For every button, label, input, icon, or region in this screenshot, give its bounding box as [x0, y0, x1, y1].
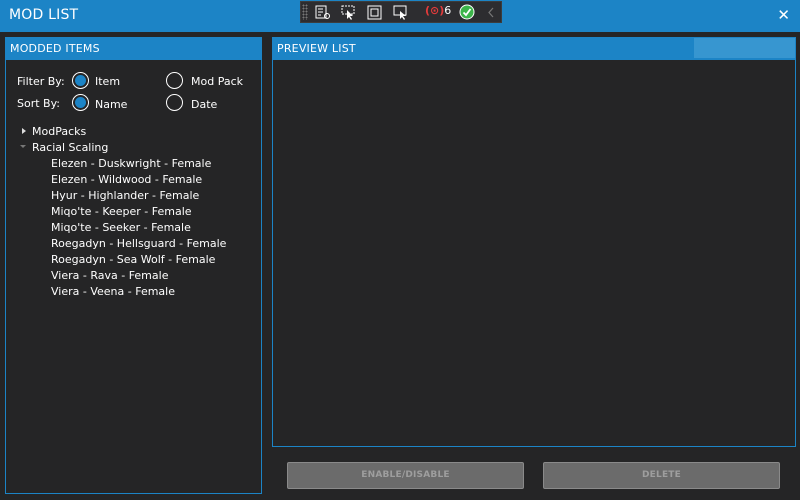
- collapse-chevron-icon[interactable]: [487, 5, 503, 20]
- expand-chevron-icon[interactable]: [22, 128, 26, 134]
- sort-date-radio[interactable]: [166, 94, 183, 111]
- window-title: MOD LIST: [9, 7, 79, 23]
- filter-modpack-label[interactable]: Mod Pack: [191, 75, 243, 88]
- debug-toolbar: (⊙)6: [300, 1, 502, 23]
- tree-item[interactable]: Roegadyn - Sea Wolf - Female: [51, 253, 215, 266]
- sort-date-label[interactable]: Date: [191, 98, 217, 111]
- binding-error-icon: (⊙): [425, 4, 445, 17]
- check-icon[interactable]: [459, 4, 475, 20]
- filter-item-radio[interactable]: [72, 72, 89, 89]
- tree-node-modpacks[interactable]: ModPacks: [32, 125, 86, 138]
- sort-by-label: Sort By:: [17, 97, 61, 110]
- tree-item[interactable]: Elezen - Wildwood - Female: [51, 173, 202, 186]
- preview-header-box: [694, 38, 795, 58]
- tree-item[interactable]: Viera - Veena - Female: [51, 285, 175, 298]
- preview-list-body[interactable]: [273, 62, 795, 446]
- sort-name-radio[interactable]: [72, 94, 89, 111]
- track-focus-icon[interactable]: [393, 5, 409, 20]
- grip-icon[interactable]: [302, 4, 308, 20]
- delete-button[interactable]: DELETE: [543, 462, 780, 489]
- preview-list-header: PREVIEW LIST: [273, 38, 795, 60]
- tree-item[interactable]: Miqo'te - Keeper - Female: [51, 205, 192, 218]
- filter-by-label: Filter By:: [17, 75, 65, 88]
- enable-disable-button[interactable]: ENABLE/DISABLE: [287, 462, 524, 489]
- tree-node-racial-scaling[interactable]: Racial Scaling: [32, 141, 108, 154]
- modded-items-panel: MODDED ITEMS Filter By: Item Mod Pack So…: [5, 37, 262, 494]
- binding-error-counter[interactable]: (⊙)6: [425, 4, 451, 17]
- preview-list-title: PREVIEW LIST: [277, 42, 356, 55]
- adorner-icon[interactable]: [367, 5, 383, 20]
- select-element-icon[interactable]: [315, 5, 331, 20]
- preview-list-panel: PREVIEW LIST: [272, 37, 796, 447]
- pointer-icon[interactable]: [341, 5, 357, 20]
- modded-items-header: MODDED ITEMS: [6, 38, 261, 60]
- filter-item-label[interactable]: Item: [95, 75, 120, 88]
- tree-item[interactable]: Miqo'te - Seeker - Female: [51, 221, 191, 234]
- tree-item[interactable]: Hyur - Highlander - Female: [51, 189, 199, 202]
- collapse-chevron-icon[interactable]: [20, 145, 26, 148]
- filter-modpack-radio[interactable]: [166, 72, 183, 89]
- title-bar[interactable]: MOD LIST ✕ (⊙)6: [0, 0, 800, 32]
- tree-item[interactable]: Viera - Rava - Female: [51, 269, 168, 282]
- tree-item[interactable]: Elezen - Duskwright - Female: [51, 157, 211, 170]
- sort-name-label[interactable]: Name: [95, 98, 127, 111]
- close-icon[interactable]: ✕: [777, 6, 790, 24]
- tree-item[interactable]: Roegadyn - Hellsguard - Female: [51, 237, 226, 250]
